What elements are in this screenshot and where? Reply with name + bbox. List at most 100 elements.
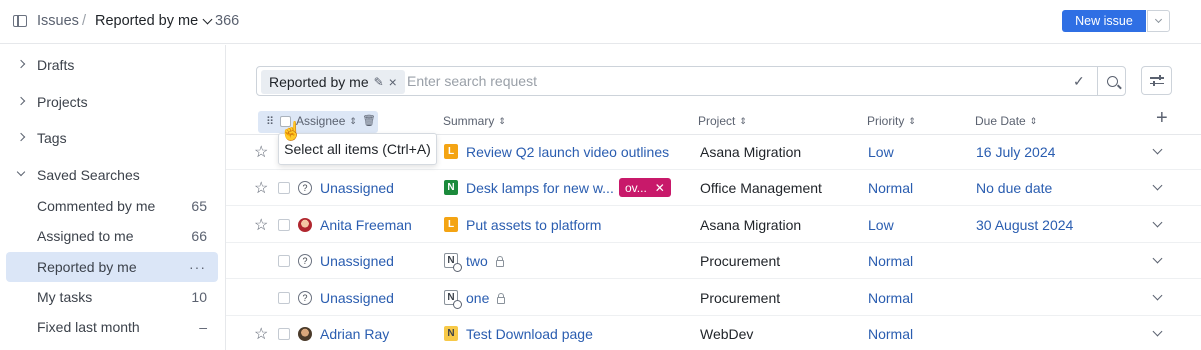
chevron-down-icon xyxy=(1154,15,1163,23)
chevron-down-icon[interactable] xyxy=(1152,180,1163,191)
sidebar-item-label: Commented by me xyxy=(37,198,156,214)
summary-text: one xyxy=(466,290,490,306)
chevron-down-icon[interactable] xyxy=(1152,326,1163,337)
column-header-assignee[interactable]: Assignee ⇕ xyxy=(296,114,357,128)
column-header-project[interactable]: Project ⇕ xyxy=(698,114,747,128)
issue-tag[interactable]: ov... ✕ xyxy=(619,178,671,197)
breadcrumb-issues[interactable]: Issues xyxy=(37,13,79,29)
table-row[interactable]: ☆ Adrian Ray N Test Download page WebDev… xyxy=(226,316,1201,350)
filter-settings-button[interactable] xyxy=(1141,66,1172,95)
column-label: Due Date xyxy=(975,114,1026,128)
sidebar-item-reported-by-me[interactable]: Reported by me ··· xyxy=(6,252,218,282)
issue-summary[interactable]: two xyxy=(466,253,504,269)
table-row[interactable]: ? Unassigned N one Procurement Normal xyxy=(226,280,1201,316)
row-checkbox[interactable] xyxy=(278,182,290,194)
add-column-icon[interactable]: + xyxy=(1156,107,1168,130)
table-row[interactable]: ☆ ? Unassigned N Desk lamps for new w...… xyxy=(226,170,1201,206)
issue-project: Asana Migration xyxy=(700,144,802,160)
star-icon[interactable]: ☆ xyxy=(254,324,268,344)
issue-priority[interactable]: Normal xyxy=(868,253,913,269)
issue-summary[interactable]: Test Download page xyxy=(466,326,593,342)
column-label: Priority xyxy=(867,114,905,128)
chevron-down-icon[interactable] xyxy=(1152,144,1163,155)
sidebar-item-label: Drafts xyxy=(37,57,75,73)
chevron-down-icon[interactable] xyxy=(1152,290,1163,301)
new-issue-button[interactable]: New issue xyxy=(1062,10,1146,32)
chevron-down-icon[interactable] xyxy=(1152,253,1163,264)
column-header-summary[interactable]: Summary ⇕ xyxy=(443,114,506,128)
chevron-down-icon xyxy=(16,167,26,177)
issue-assignee[interactable]: Unassigned xyxy=(320,180,394,196)
row-checkbox[interactable] xyxy=(278,255,290,267)
row-checkbox[interactable] xyxy=(278,292,290,304)
issue-priority[interactable]: Low xyxy=(868,144,894,160)
table-header: ⠿ Assignee ⇕ 🗑 Summary ⇕ Project ⇕ Prior… xyxy=(226,107,1201,135)
column-header-priority[interactable]: Priority ⇕ xyxy=(867,114,916,128)
sidebar-item-saved-searches[interactable]: Saved Searches xyxy=(0,160,226,190)
sidebar-item-projects[interactable]: Projects xyxy=(0,87,226,117)
new-issue-menu-button[interactable] xyxy=(1147,10,1170,32)
issue-due-date[interactable]: 16 July 2024 xyxy=(976,144,1055,160)
issue-assignee[interactable]: Adrian Ray xyxy=(320,326,389,342)
row-checkbox[interactable] xyxy=(278,219,290,231)
lock-icon xyxy=(497,293,506,304)
issue-priority[interactable]: Normal xyxy=(868,290,913,306)
issue-priority[interactable]: Low xyxy=(868,217,894,233)
current-search-title: Reported by me xyxy=(95,13,199,29)
star-icon[interactable]: ☆ xyxy=(254,215,268,235)
hand-cursor-icon: ☝ xyxy=(280,121,303,141)
issue-project: Asana Migration xyxy=(700,217,802,233)
user-avatar xyxy=(298,218,312,232)
chevron-right-icon xyxy=(16,132,26,142)
table-row[interactable]: ? Unassigned N two Procurement Normal xyxy=(226,243,1201,279)
sidebar-toggle-icon[interactable] xyxy=(13,15,27,27)
sidebar-item-my-tasks[interactable]: My tasks 10 xyxy=(0,282,226,312)
drag-handle-icon[interactable]: ⠿ xyxy=(266,115,274,128)
breadcrumb-separator: / xyxy=(82,13,87,29)
issue-project: Procurement xyxy=(700,253,781,269)
issue-due-date[interactable]: 30 August 2024 xyxy=(976,217,1073,233)
chevron-down-icon[interactable] xyxy=(1152,217,1163,228)
issue-summary[interactable]: Review Q2 launch video outlines xyxy=(466,144,669,160)
search-chip-label: Reported by me xyxy=(269,74,369,90)
sidebar-item-fixed-last-month[interactable]: Fixed last month – xyxy=(0,312,226,342)
issue-assignee[interactable]: Unassigned xyxy=(320,253,394,269)
sidebar-item-label: Projects xyxy=(37,94,88,110)
search-chip[interactable]: Reported by me ✎ × xyxy=(261,70,405,94)
star-icon[interactable]: ☆ xyxy=(254,142,268,162)
sidebar-item-commented-by-me[interactable]: Commented by me 65 xyxy=(0,191,226,221)
issue-assignee[interactable]: Anita Freeman xyxy=(320,217,412,233)
issue-assignee[interactable]: Unassigned xyxy=(320,290,394,306)
star-icon[interactable]: ☆ xyxy=(254,178,268,198)
table-row[interactable]: ☆ Anita Freeman L Put assets to platform… xyxy=(226,207,1201,243)
pencil-icon[interactable]: ✎ xyxy=(374,75,384,89)
sidebar-item-drafts[interactable]: Drafts xyxy=(0,50,226,80)
issue-summary[interactable]: Put assets to platform xyxy=(466,217,601,233)
issue-priority[interactable]: Normal xyxy=(868,326,913,342)
sort-icon: ⇕ xyxy=(908,116,916,126)
more-options-icon[interactable]: ··· xyxy=(189,259,206,275)
sliders-icon xyxy=(1149,75,1164,80)
issue-summary[interactable]: Desk lamps for new w... xyxy=(466,180,614,196)
sidebar-item-assigned-to-me[interactable]: Assigned to me 66 xyxy=(0,221,226,251)
query-assist-icon[interactable]: ✓ xyxy=(1073,73,1091,89)
search-button[interactable] xyxy=(1097,66,1127,96)
column-header-due-date[interactable]: Due Date ⇕ xyxy=(975,114,1037,128)
unassigned-avatar-icon: ? xyxy=(298,181,312,195)
sidebar-item-tags[interactable]: Tags xyxy=(0,123,226,153)
chevron-right-icon xyxy=(16,96,26,106)
sidebar-item-label: Fixed last month xyxy=(37,319,140,335)
chevron-right-icon xyxy=(16,59,26,69)
column-label: Project xyxy=(698,114,736,128)
subtask-icon xyxy=(453,263,462,272)
close-icon[interactable]: ✕ xyxy=(655,181,665,195)
row-checkbox[interactable] xyxy=(278,328,290,340)
issue-priority[interactable]: Normal xyxy=(868,180,913,196)
saved-search-selector[interactable]: Reported by me xyxy=(95,13,213,29)
issue-due-date[interactable]: No due date xyxy=(976,180,1052,196)
search-input[interactable]: Enter search request xyxy=(407,73,537,89)
trash-icon[interactable]: 🗑 xyxy=(362,114,376,127)
close-icon[interactable]: × xyxy=(389,74,397,90)
project-type-icon: L xyxy=(444,217,458,232)
issue-summary[interactable]: one xyxy=(466,290,506,306)
